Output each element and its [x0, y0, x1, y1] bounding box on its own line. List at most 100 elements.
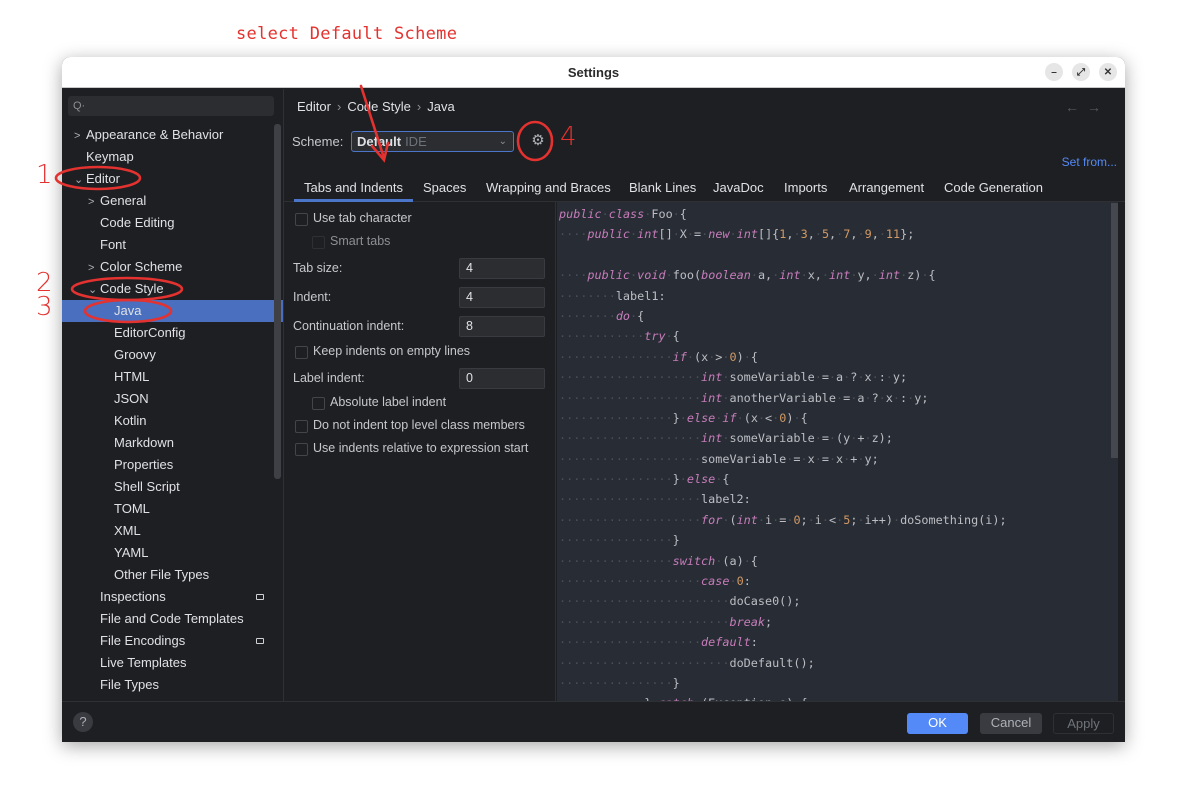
code-line: ····················default:	[559, 635, 758, 650]
sidebar-item-toml[interactable]: TOML	[62, 498, 274, 520]
sidebar-item-file-types[interactable]: File Types	[62, 674, 274, 696]
sidebar-item-groovy[interactable]: Groovy	[62, 344, 274, 366]
back-arrow-icon[interactable]: ←	[1065, 99, 1087, 115]
maximize-button[interactable]: ⤢	[1072, 63, 1090, 81]
gear-icon[interactable]: ⚙	[529, 132, 547, 150]
absolute-label-indent-checkbox[interactable]	[312, 397, 325, 410]
tab-size-field[interactable]: 4	[459, 258, 545, 279]
sidebar-item-label: Shell Script	[114, 479, 180, 494]
chevron-right-icon[interactable]: >	[74, 125, 86, 147]
code-line: ····················int·someVariable·=·(…	[559, 431, 893, 446]
sidebar-item-code-style[interactable]: ⌄ Code Style	[62, 278, 274, 300]
history-nav: ←→	[1065, 99, 1109, 115]
label-indent-field[interactable]: 0	[459, 368, 545, 389]
forward-arrow-icon[interactable]: →	[1087, 99, 1109, 115]
continuation-indent-field[interactable]: 8	[459, 316, 545, 337]
sidebar-item-label: TOML	[114, 501, 150, 516]
code-line: ····················label2:	[559, 492, 751, 507]
sidebar-item-yaml[interactable]: YAML	[62, 542, 274, 564]
annotation-step-3: 3	[36, 292, 53, 322]
tab-wrapping-and-braces[interactable]: Wrapping and Braces	[476, 177, 621, 202]
use-tab-character-label: Use tab character	[313, 211, 412, 225]
tab-spaces[interactable]: Spaces	[413, 177, 476, 202]
keep-indents-checkbox[interactable]	[295, 346, 308, 359]
sidebar-scrollbar[interactable]	[274, 124, 281, 479]
breadcrumb-separator: ›	[416, 99, 422, 114]
breadcrumb-separator: ›	[336, 99, 342, 114]
sidebar-item-json[interactable]: JSON	[62, 388, 274, 410]
sidebar-item-markdown[interactable]: Markdown	[62, 432, 274, 454]
set-from-link[interactable]: Set from...	[1062, 155, 1117, 169]
sidebar-item-editorconfig[interactable]: EditorConfig	[62, 322, 274, 344]
indent-field[interactable]: 4	[459, 287, 545, 308]
code-line: ················}·else·{	[559, 472, 730, 487]
sidebar-item-color-scheme[interactable]: > Color Scheme	[62, 256, 274, 278]
code-line: ····················case·0:	[559, 574, 751, 589]
code-line: ····public·int[]·X·=·new·int[]{1,·3,·5,·…	[559, 227, 915, 242]
sidebar-item-editor[interactable]: ⌄ Editor	[62, 168, 274, 190]
sidebar-item-label: Code Style	[100, 281, 164, 296]
chevron-down-icon: ⌄	[498, 136, 507, 147]
tab-tabs-and-indents[interactable]: Tabs and Indents	[294, 177, 414, 202]
no-indent-top-level-checkbox[interactable]	[295, 420, 308, 433]
project-scope-icon	[256, 638, 264, 644]
sidebar-item-java[interactable]: Java	[62, 300, 283, 322]
code-line: ················}	[559, 675, 680, 690]
apply-button[interactable]: Apply	[1053, 713, 1114, 734]
tab-code-generation[interactable]: Code Generation	[934, 177, 1053, 202]
minimize-button[interactable]: –	[1045, 63, 1063, 81]
sidebar-item-shell-script[interactable]: Shell Script	[62, 476, 274, 498]
sidebar-item-file-and-code-templates[interactable]: File and Code Templates	[62, 608, 274, 630]
ok-button[interactable]: OK	[907, 713, 968, 734]
continuation-indent-label: Continuation indent:	[293, 319, 405, 333]
sidebar-item-html[interactable]: HTML	[62, 366, 274, 388]
tab-blank-lines[interactable]: Blank Lines	[619, 177, 706, 202]
sidebar-item-general[interactable]: > General	[62, 190, 274, 212]
sidebar-item-kotlin[interactable]: Kotlin	[62, 410, 274, 432]
cancel-button[interactable]: Cancel	[980, 713, 1042, 734]
settings-search-input[interactable]: Q·	[68, 96, 274, 116]
sidebar-item-label: Properties	[114, 457, 174, 472]
indent-relative-expr-label: Use indents relative to expression start	[313, 441, 529, 455]
sidebar-item-other-file-types[interactable]: Other File Types	[62, 564, 274, 586]
sidebar-item-label: Markdown	[114, 435, 174, 450]
annotation-step-1: 1	[36, 160, 53, 190]
sidebar-item-live-templates[interactable]: Live Templates	[62, 652, 274, 674]
tab-arrangement[interactable]: Arrangement	[839, 177, 934, 202]
breadcrumb-item[interactable]: Code Style	[347, 99, 411, 114]
code-line: ····················for·(int·i·=·0;·i·<·…	[559, 512, 1007, 527]
close-button[interactable]: ✕	[1099, 63, 1117, 81]
code-line: ················}·else·if·(x·<·0)·{	[559, 410, 808, 425]
sidebar-item-label: Editor	[86, 171, 120, 186]
sidebar-item-keymap[interactable]: Keymap	[62, 146, 274, 168]
sidebar-item-font[interactable]: Font	[62, 234, 274, 256]
use-tab-character-checkbox[interactable]	[295, 213, 308, 226]
sidebar-item-file-encodings[interactable]: File Encodings	[62, 630, 274, 652]
sidebar-item-label: Appearance & Behavior	[86, 127, 224, 142]
sidebar-item-inspections[interactable]: Inspections	[62, 586, 274, 608]
indent-relative-expr-checkbox[interactable]	[295, 443, 308, 456]
chevron-down-icon[interactable]: ⌄	[88, 279, 100, 301]
tab-imports[interactable]: Imports	[774, 177, 837, 202]
indent-label: Indent:	[293, 290, 332, 304]
project-scope-icon	[256, 594, 264, 600]
tab-javadoc[interactable]: JavaDoc	[703, 177, 774, 202]
code-preview: public·class·Foo·{····public·int[]·X·=·n…	[557, 202, 1118, 701]
code-line: ····················int·anotherVariable·…	[559, 390, 929, 405]
sidebar-item-properties[interactable]: Properties	[62, 454, 274, 476]
smart-tabs-checkbox[interactable]	[312, 236, 325, 249]
code-line: ························break;	[559, 614, 773, 629]
code-line: ············try·{	[559, 329, 680, 344]
sidebar-item-xml[interactable]: XML	[62, 520, 274, 542]
chevron-right-icon[interactable]: >	[88, 257, 100, 279]
scheme-dropdown[interactable]: Default IDE ⌄	[351, 131, 514, 152]
help-icon[interactable]: ?	[73, 712, 93, 732]
code-line: ················if·(x·>·0)·{	[559, 349, 758, 364]
breadcrumb-item[interactable]: Editor	[297, 99, 331, 114]
chevron-down-icon[interactable]: ⌄	[74, 169, 86, 191]
sidebar-item-appearance-behavior[interactable]: > Appearance & Behavior	[62, 124, 274, 146]
chevron-right-icon[interactable]: >	[88, 191, 100, 213]
preview-scrollbar[interactable]	[1111, 203, 1118, 458]
sidebar-item-code-editing[interactable]: Code Editing	[62, 212, 274, 234]
